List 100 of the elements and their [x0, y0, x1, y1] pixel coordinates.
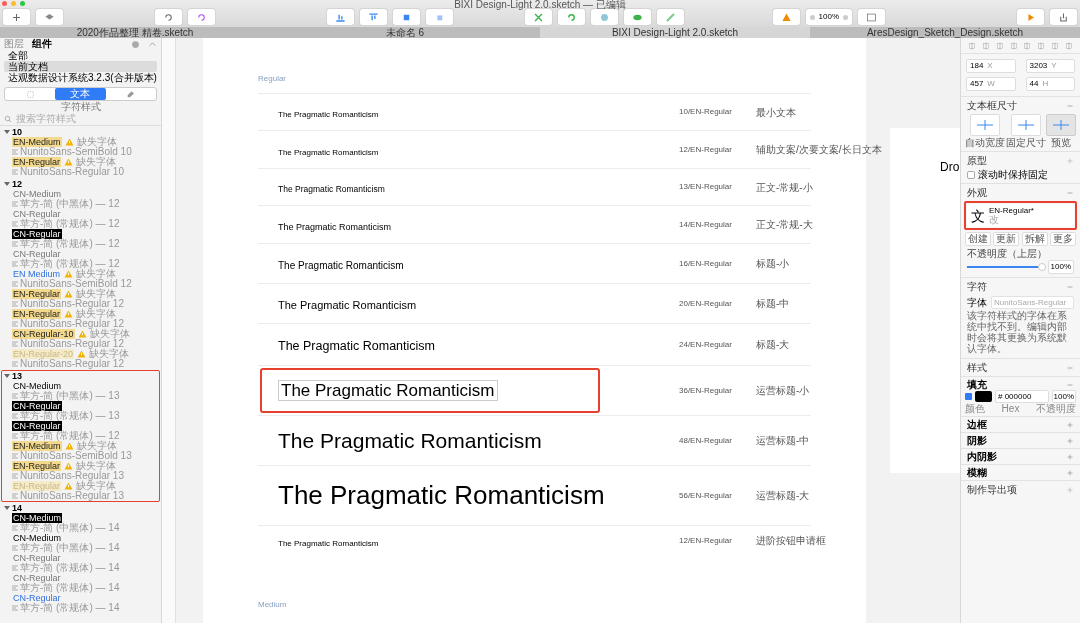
style-action-button[interactable]: 拆解 [1021, 232, 1048, 246]
text-style-name[interactable]: CN-Regular [12, 593, 62, 603]
checkbox[interactable] [967, 170, 975, 179]
group-label: 12 [12, 179, 22, 189]
style-spec: 12/EN-Regular [679, 534, 733, 547]
resize-option[interactable] [1046, 114, 1076, 136]
text-style-name[interactable]: CN-Regular [12, 553, 62, 563]
text-style-name[interactable]: CN-Regular [12, 209, 62, 219]
artboard-text: Dro [940, 159, 960, 176]
slider-thumb[interactable] [1037, 263, 1046, 271]
search-field[interactable]: 搜索字符样式 [16, 112, 157, 125]
play-icon[interactable] [1025, 11, 1036, 23]
hex-field[interactable]: # 000000 [995, 390, 1049, 403]
align-icon[interactable] [995, 41, 1004, 50]
sample-text: The Pragmatic Romanticism [278, 428, 542, 452]
share-icon[interactable] [1058, 11, 1069, 23]
document-tab[interactable]: BIXI Design-Light 2.0.sketch [540, 27, 810, 38]
text-style-name[interactable]: CN-Regular [12, 421, 62, 431]
style-action-button[interactable]: 创建 [965, 232, 991, 246]
text-lines-icon [12, 169, 18, 175]
text-style-name[interactable]: EN-Regular [12, 289, 62, 299]
warning-icon [64, 462, 74, 470]
source-item[interactable]: 全部 [4, 50, 157, 61]
plus-icon[interactable] [1066, 420, 1074, 429]
text-style-name[interactable]: CN-Regular [12, 573, 62, 583]
dimension-value[interactable]: 3203 [1029, 60, 1048, 72]
source-item[interactable]: 当前文档 [4, 61, 157, 72]
add-icon[interactable] [11, 11, 22, 23]
text-style-name[interactable]: EN Medium [12, 269, 61, 279]
text-style-name[interactable]: CN-Medium [12, 381, 62, 391]
text-lines-icon [12, 341, 18, 347]
dimension-value[interactable]: 184 [970, 60, 984, 72]
align-icon[interactable] [981, 41, 990, 50]
disclosure-icon[interactable] [4, 505, 10, 511]
resize-option[interactable] [970, 114, 1000, 136]
chevron-icon[interactable] [148, 39, 157, 49]
text-style-name[interactable]: EN-Medium [12, 137, 62, 147]
align-icon[interactable] [1065, 41, 1074, 50]
disclosure-icon[interactable] [4, 181, 10, 187]
font-warning-text: 该字符样式的字体在系统中找不到。编辑内部时会将其更换为系统默认字体。 [966, 310, 1068, 356]
style-spec: 48/EN-Regular [679, 434, 733, 447]
dimension-value[interactable]: 44 [1029, 78, 1039, 90]
text-style-name[interactable]: CN-Medium [12, 513, 62, 523]
section-title: 阴影 [967, 435, 987, 446]
font-description: 苹方-简 (中黑体) — 14 [20, 543, 120, 553]
align-icon[interactable] [1051, 41, 1060, 50]
section-title: 制作导出项 [967, 484, 1017, 495]
text-style-name[interactable]: CN-Regular [12, 229, 62, 239]
field-caption: 颜色 [965, 403, 985, 414]
resize-option[interactable] [1010, 114, 1041, 136]
text-style-name[interactable]: EN-Regular [12, 461, 62, 471]
dimension-value[interactable]: 457 [970, 78, 984, 90]
fill-checkbox[interactable] [965, 393, 972, 400]
text-style-name[interactable]: EN-Regular [12, 157, 62, 167]
color-swatch[interactable] [975, 391, 992, 402]
view-icon[interactable] [866, 11, 877, 23]
plus-icon[interactable] [1066, 436, 1074, 445]
style-action-button[interactable]: 更新 [993, 232, 1020, 246]
disclosure-icon[interactable] [4, 373, 10, 379]
layers-icon[interactable] [44, 11, 55, 23]
plus-icon[interactable] [1066, 452, 1074, 461]
group-label: 10 [12, 127, 22, 137]
align-top-icon[interactable] [368, 11, 379, 23]
warning-text: 缺失字体 [76, 137, 117, 147]
text-style-name[interactable]: EN-Regular [12, 309, 62, 319]
text-style-name[interactable]: EN-Medium [12, 441, 62, 451]
plus-icon[interactable] [1066, 485, 1074, 494]
font-description: 苹方-简 (常规体) — 13 [20, 411, 120, 421]
refresh-icon[interactable] [163, 11, 174, 23]
plus-icon[interactable] [1066, 468, 1074, 477]
text-style-name[interactable]: CN-Regular [12, 249, 62, 259]
sample-text: The Pragmatic Romanticism [278, 110, 379, 119]
close-button[interactable] [2, 1, 7, 6]
panel-tab[interactable]: 图层 [4, 38, 24, 50]
search-icon[interactable] [4, 114, 12, 123]
align-icon[interactable] [1023, 41, 1032, 50]
plus-icon[interactable] [1066, 156, 1074, 165]
text-style-name[interactable]: CN-Medium [12, 189, 62, 199]
align-icon[interactable] [1037, 41, 1046, 50]
rotate-icon[interactable] [566, 11, 577, 23]
minimize-button[interactable] [11, 1, 16, 6]
text-style-name[interactable]: CN-Regular [12, 401, 62, 411]
zoom-control[interactable]: 100% [805, 9, 852, 25]
text-style-name[interactable]: CN-Regular-10 [12, 329, 75, 339]
zoom-button[interactable] [20, 1, 25, 6]
align-icon[interactable] [967, 41, 976, 50]
source-item[interactable]: 达观数据设计系统3.2.3(合并版本) [4, 72, 157, 83]
font-description: NunitoSans-SemiBold 10 [20, 147, 132, 157]
text-lines-icon [12, 321, 18, 327]
panel-tab[interactable]: 组件 [32, 38, 52, 50]
text-lines-icon [12, 605, 18, 611]
text-style-name[interactable]: CN-Medium [12, 533, 62, 543]
style-action-button[interactable]: 更多 [1050, 232, 1076, 246]
fill-opacity-field[interactable]: 100% [1051, 390, 1076, 403]
segment-tab[interactable]: 文本 [55, 88, 106, 100]
disclosure-icon[interactable] [4, 129, 10, 135]
section-title: 边框 [967, 419, 987, 430]
align-icon[interactable] [1009, 41, 1018, 50]
warning-icon[interactable] [780, 11, 792, 23]
sync-icon[interactable] [196, 11, 207, 23]
